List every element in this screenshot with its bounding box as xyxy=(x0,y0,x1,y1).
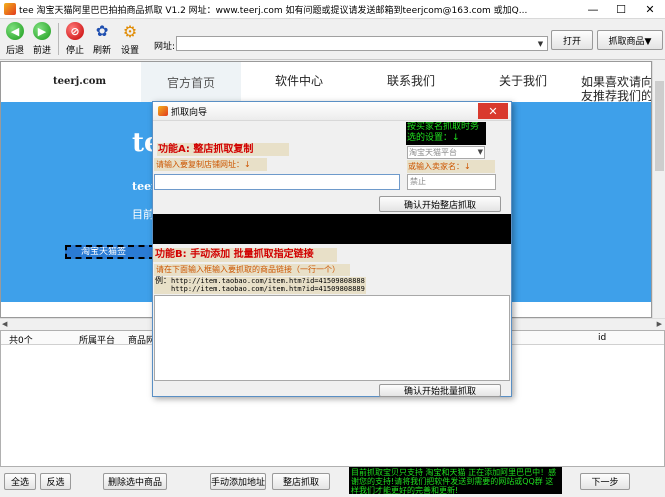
chevron-down-icon[interactable]: ▼ xyxy=(534,37,547,50)
close-window-button[interactable]: ✕ xyxy=(635,0,665,19)
toolbar-separator xyxy=(58,23,59,55)
shop-grab-button[interactable]: 整店抓取 xyxy=(272,473,330,490)
refresh-button[interactable]: ✿ 刷新 xyxy=(88,22,116,56)
arrow-right-icon: ▶ xyxy=(33,22,51,40)
forward-label: 前进 xyxy=(32,46,51,56)
stop-icon: ⊘ xyxy=(66,22,84,40)
back-label: 后退 xyxy=(5,46,24,56)
chevron-down-icon[interactable]: ▼ xyxy=(478,147,483,158)
delete-selected-button[interactable]: 删除选中商品 xyxy=(103,473,167,490)
platform-select[interactable]: 淘宝天猫平台 ▼ xyxy=(407,146,485,159)
scroll-right-icon[interactable]: ▶ xyxy=(657,320,662,328)
nav-about[interactable]: 关于我们 xyxy=(499,72,547,89)
toolbar: ◀ 后退 ▶ 前进 ⊘ 停止 ✿ 刷新 ⚙ 设置 网址: ▼ 打开 抓取商品▼ xyxy=(0,19,665,60)
grab-products-menu-button[interactable]: 抓取商品▼ xyxy=(597,30,663,50)
options-note: 按买家名抓取时务选的设置：↓ xyxy=(406,122,486,145)
example-link-1: http://item.taobao.com/item.htm?id=41509… xyxy=(171,277,365,285)
nav-contact[interactable]: 联系我们 xyxy=(387,72,435,89)
stop-label: 停止 xyxy=(65,46,84,56)
window-controls: — ☐ ✕ xyxy=(579,0,665,19)
nav-home[interactable]: 官方首页 xyxy=(141,62,241,102)
shop-url-input[interactable] xyxy=(154,174,400,190)
address-label: 网址: xyxy=(154,42,176,52)
example-prefix: 例： xyxy=(155,276,171,285)
site-brand[interactable]: teerj.com xyxy=(53,76,106,87)
minimize-button[interactable]: — xyxy=(579,0,607,19)
paw-icon: ✿ xyxy=(95,22,109,40)
forward-button[interactable]: ▶ 前进 xyxy=(28,22,56,56)
start-batch-grab-button[interactable]: 确认开始批量抓取 xyxy=(379,384,501,397)
seller-name-input[interactable]: 禁止 xyxy=(407,174,496,190)
window-title: tee 淘宝天猫阿里巴巴拍拍商品抓取 V1.2 网址：www.teerj.com… xyxy=(19,5,528,16)
batch-hint: 请在下面输入框输入要抓取的商品链接（一行一个） xyxy=(154,264,350,276)
platform-select-value: 淘宝天猫平台 xyxy=(409,148,457,157)
notice-text: 目前抓取宝贝只支持 淘宝和天猫 正在添加阿里巴巴中！感谢您的支持!请将我们把软件… xyxy=(349,467,562,494)
title-bar: tee 淘宝天猫阿里巴巴拍拍商品抓取 V1.2 网址：www.teerj.com… xyxy=(0,0,665,19)
scroll-left-icon[interactable]: ◀ xyxy=(2,320,7,328)
function-b-heading: 功能B: 手动添加 批量抓取指定链接 xyxy=(153,248,337,262)
refresh-label: 刷新 xyxy=(92,46,111,56)
shop-url-hint: 请输入要复制店铺网址：↓ xyxy=(154,158,267,171)
dialog-title-bar: 抓取向导 ✕ xyxy=(153,102,511,121)
grab-wizard-dialog: 抓取向导 ✕ 功能A: 整店抓取复制 请输入要复制店铺网址：↓ 按买家名抓取时务… xyxy=(152,101,512,397)
column-id[interactable]: id xyxy=(598,333,606,343)
back-button[interactable]: ◀ 后退 xyxy=(1,22,29,56)
arrow-left-icon: ◀ xyxy=(6,22,24,40)
batch-links-textarea[interactable] xyxy=(154,295,510,381)
vertical-scrollbar[interactable] xyxy=(652,61,665,318)
scroll-thumb[interactable] xyxy=(655,81,664,171)
seller-hint: 或输入卖家名：↓ xyxy=(407,160,495,173)
dialog-icon xyxy=(158,106,168,116)
start-shop-grab-button[interactable]: 确认开始整店抓取 xyxy=(379,196,501,212)
dialog-close-button[interactable]: ✕ xyxy=(478,103,508,119)
separator-bar xyxy=(153,214,511,244)
manual-add-button[interactable]: 手动添加地址 xyxy=(210,473,266,490)
select-all-button[interactable]: 全选 xyxy=(4,473,36,490)
stop-button[interactable]: ⊘ 停止 xyxy=(61,22,89,56)
column-platform[interactable]: 所属平台 xyxy=(79,333,115,346)
example-link-2: http://item.taobao.com/item.htm?id=41509… xyxy=(171,285,365,293)
settings-label: 设置 xyxy=(120,46,139,56)
next-step-button[interactable]: 下一步 xyxy=(580,473,630,490)
bottom-bar: 全选 反选 删除选中商品 手动添加地址 整店抓取 目前抓取宝贝只支持 淘宝和天猫… xyxy=(0,467,665,497)
banner-text: 目前 xyxy=(132,208,154,221)
site-nav: teerj.com 官方首页 软件中心 联系我们 关于我们 如果喜欢请向 友推荐… xyxy=(1,62,651,103)
maximize-button[interactable]: ☐ xyxy=(607,0,635,19)
dialog-title: 抓取向导 xyxy=(171,107,208,118)
selection-marquee: 淘宝天猫签 xyxy=(65,245,155,259)
gear-icon: ⚙ xyxy=(122,21,138,41)
column-count[interactable]: 共0个 xyxy=(9,333,33,346)
column-product-url[interactable]: 商品网 xyxy=(128,333,155,346)
address-input[interactable]: ▼ xyxy=(176,36,548,51)
example-links: 例：http://item.taobao.com/item.htm?id=415… xyxy=(154,277,366,294)
settings-button[interactable]: ⚙ 设置 xyxy=(116,21,144,57)
nav-software[interactable]: 软件中心 xyxy=(275,72,323,89)
function-a-heading: 功能A: 整店抓取复制 xyxy=(157,143,289,156)
open-button[interactable]: 打开 xyxy=(551,30,593,50)
app-icon xyxy=(4,3,16,15)
invert-selection-button[interactable]: 反选 xyxy=(40,473,71,490)
